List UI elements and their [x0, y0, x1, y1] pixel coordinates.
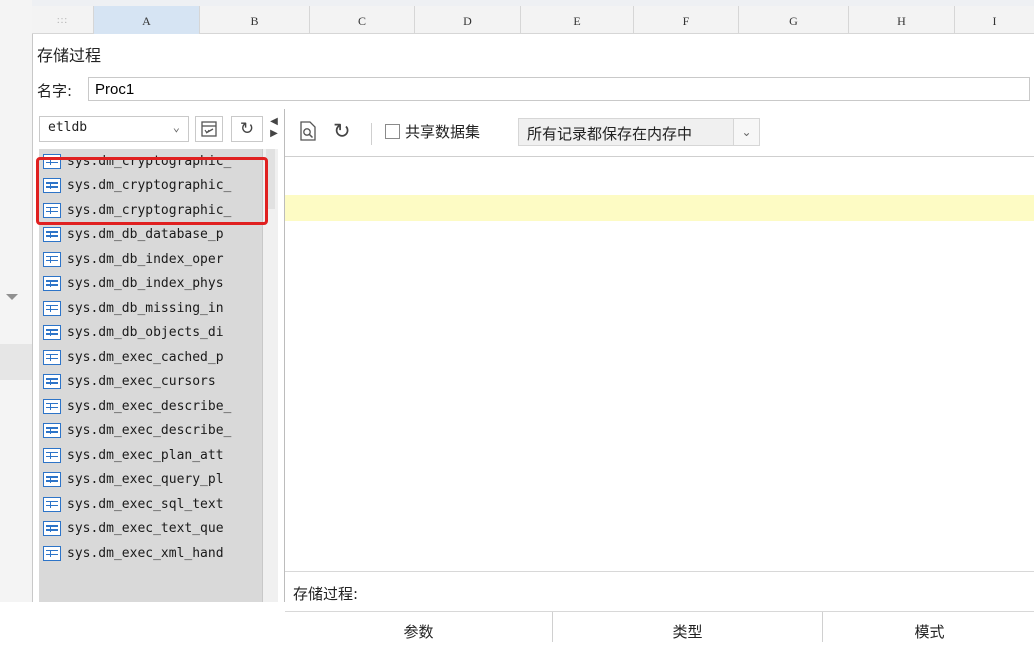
- chevron-down-icon: ⌄: [172, 120, 180, 134]
- table-icon: [43, 496, 61, 512]
- table-icon: [43, 472, 61, 488]
- table-icon: [43, 325, 61, 341]
- table-list-item-label: sys.dm_db_objects_di: [67, 325, 224, 341]
- name-input[interactable]: [88, 77, 1030, 101]
- table-icon: [43, 202, 61, 218]
- table-list-item[interactable]: sys.dm_exec_query_pl: [39, 468, 262, 493]
- table-icon: [43, 153, 61, 169]
- table-icon: [43, 447, 61, 463]
- mode-column-header[interactable]: 模式: [823, 612, 1034, 642]
- database-select[interactable]: etldb ⌄: [39, 116, 189, 142]
- share-dataset-label: 共享数据集: [405, 123, 481, 141]
- refresh-tables-button[interactable]: ↻: [231, 116, 263, 142]
- table-list-item[interactable]: sys.dm_exec_text_que: [39, 517, 262, 542]
- table-list-item-label: sys.dm_exec_query_pl: [67, 472, 224, 488]
- table-list-item-label: sys.dm_db_index_oper: [67, 251, 224, 267]
- table-list-item-label: sys.dm_db_index_phys: [67, 276, 224, 292]
- table-list-item-label: sys.dm_exec_cached_p: [67, 349, 224, 365]
- table-list-item[interactable]: sys.dm_db_database_p: [39, 223, 262, 248]
- edit-sql-icon: [201, 121, 217, 137]
- table-icon: [43, 300, 61, 316]
- table-list-item[interactable]: sys.dm_db_objects_di: [39, 321, 262, 346]
- table-list-item[interactable]: sys.dm_exec_describe_: [39, 419, 262, 444]
- chevron-down-icon: ⌄: [733, 119, 759, 145]
- column-header-f[interactable]: F: [634, 6, 739, 34]
- table-icon: [43, 349, 61, 365]
- toolbar-separator: [371, 123, 372, 145]
- app-left-panel: [0, 0, 32, 602]
- table-list-item[interactable]: sys.dm_cryptographic_: [39, 149, 262, 174]
- column-header-b[interactable]: B: [200, 6, 310, 34]
- dialog-title: 存储过程: [37, 46, 102, 65]
- table-list-item[interactable]: sys.dm_exec_xml_hand: [39, 541, 262, 566]
- table-list-item-label: sys.dm_exec_sql_text: [67, 496, 224, 512]
- column-header-c[interactable]: C: [310, 6, 415, 34]
- table-list-item-label: sys.dm_exec_text_que: [67, 521, 224, 537]
- column-header-g[interactable]: G: [739, 6, 849, 34]
- table-icon: [43, 178, 61, 194]
- table-icon: [43, 398, 61, 414]
- table-icon: [43, 227, 61, 243]
- table-list-item[interactable]: sys.dm_exec_describe_: [39, 394, 262, 419]
- preview-icon[interactable]: [299, 121, 317, 146]
- refresh-icon: ↻: [239, 119, 255, 139]
- stored-procedure-dialog: 存储过程 名字: etldb ⌄ ↻ ◀▶ sys.dm_cryptograph…: [32, 34, 1034, 642]
- parameter-table-header: 参数 类型 模式: [285, 611, 1034, 642]
- stored-procedure-label: 存储过程:: [293, 585, 359, 603]
- query-toolbar: ↻ 共享数据集 所有记录都保存在内存中 ⌄: [285, 109, 1034, 157]
- table-icon: [43, 374, 61, 390]
- table-list-item-label: sys.dm_cryptographic_: [67, 153, 232, 169]
- table-list-item[interactable]: sys.dm_cryptographic_: [39, 198, 262, 223]
- query-pane: ↻ 共享数据集 所有记录都保存在内存中 ⌄ 存储过程: 参数 类型 模式: [284, 109, 1034, 642]
- table-list-item-label: sys.dm_exec_cursors: [67, 374, 216, 390]
- column-header-h[interactable]: H: [849, 6, 955, 34]
- table-list-item[interactable]: sys.dm_db_missing_in: [39, 296, 262, 321]
- left-panel-selected-strip: [0, 344, 32, 380]
- column-header-a[interactable]: A: [94, 6, 200, 34]
- table-list-item-label: sys.dm_exec_plan_att: [67, 447, 224, 463]
- table-list-item-label: sys.dm_db_missing_in: [67, 300, 224, 316]
- column-header-e[interactable]: E: [521, 6, 634, 34]
- table-list-item[interactable]: sys.dm_cryptographic_: [39, 174, 262, 199]
- table-list-item[interactable]: sys.dm_exec_cursors: [39, 370, 262, 395]
- memory-mode-value: 所有记录都保存在内存中: [527, 125, 693, 143]
- table-list-item-label: sys.dm_cryptographic_: [67, 202, 232, 218]
- table-browser-pane: etldb ⌄ ↻ ◀ ▶ sys.dm_cryptographic_ sys.dm…: [37, 109, 282, 602]
- column-header-i[interactable]: I: [955, 6, 1034, 34]
- table-icon: [43, 521, 61, 537]
- scroll-left-right-icon[interactable]: ◀ ▶: [267, 116, 281, 142]
- refresh-icon[interactable]: ↻: [333, 119, 351, 143]
- select-all-corner[interactable]: :::: [32, 6, 94, 34]
- pane-divider[interactable]: [285, 571, 1034, 572]
- table-list-item[interactable]: sys.dm_db_index_oper: [39, 247, 262, 272]
- scrollbar-thumb[interactable]: [266, 149, 275, 209]
- table-list-item-label: sys.dm_exec_xml_hand: [67, 545, 224, 561]
- share-dataset-checkbox[interactable]: [385, 124, 400, 139]
- spreadsheet-column-header: ::: A B C D E F G H I: [32, 6, 1034, 34]
- sql-editor-current-line[interactable]: [285, 195, 1034, 221]
- table-icon: [43, 545, 61, 561]
- table-list-item-label: sys.dm_exec_describe_: [67, 398, 232, 414]
- collapse-arrow-icon[interactable]: [6, 294, 18, 300]
- table-list-item[interactable]: sys.dm_exec_plan_att: [39, 443, 262, 468]
- table-list-item-label: sys.dm_cryptographic_: [67, 178, 232, 194]
- edit-sql-button[interactable]: [195, 116, 223, 142]
- param-column-header[interactable]: 参数: [285, 612, 553, 642]
- table-list: sys.dm_cryptographic_ sys.dm_cryptographi…: [39, 149, 263, 602]
- table-icon: [43, 423, 61, 439]
- table-list-item-label: sys.dm_db_database_p: [67, 227, 224, 243]
- memory-mode-select[interactable]: 所有记录都保存在内存中 ⌄: [518, 118, 760, 146]
- table-list-scrollbar[interactable]: [263, 149, 278, 602]
- table-list-item[interactable]: sys.dm_exec_sql_text: [39, 492, 262, 517]
- table-icon: [43, 251, 61, 267]
- table-list-item-label: sys.dm_exec_describe_: [67, 423, 232, 439]
- table-list-item[interactable]: sys.dm_db_index_phys: [39, 272, 262, 297]
- table-list-item[interactable]: sys.dm_exec_cached_p: [39, 345, 262, 370]
- column-header-d[interactable]: D: [415, 6, 521, 34]
- table-icon: [43, 276, 61, 292]
- name-label: 名字:: [37, 82, 73, 100]
- database-select-value: etldb: [48, 120, 88, 135]
- type-column-header[interactable]: 类型: [553, 612, 823, 642]
